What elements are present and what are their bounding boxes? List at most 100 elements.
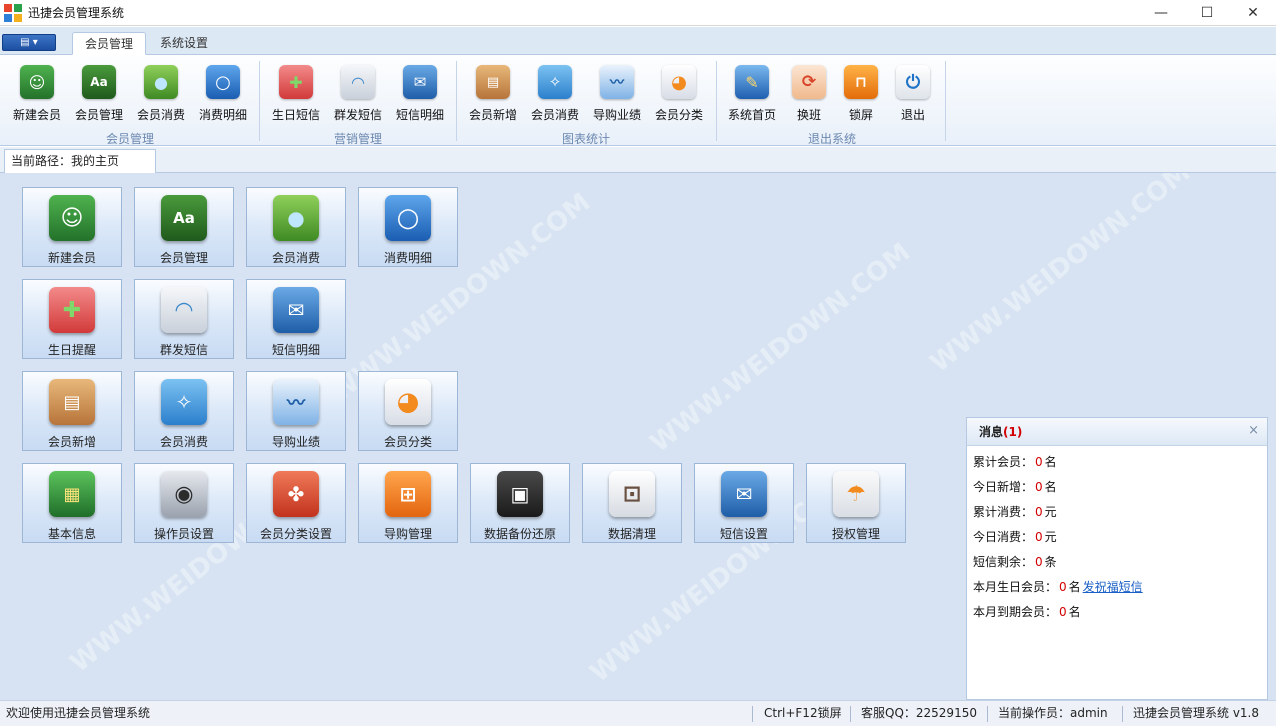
- org-chart-icon: ⊞: [385, 471, 431, 517]
- pie-chart-icon: ◕: [385, 379, 431, 425]
- line-chart-icon: 〰: [273, 379, 319, 425]
- ribbon-exit-button[interactable]: ⏻ 退出: [883, 65, 943, 125]
- tile-new-member[interactable]: ☺ 新建会员: [22, 187, 122, 267]
- mail-icon: ✉: [273, 287, 319, 333]
- member-book-icon: ☺: [49, 195, 95, 241]
- box-icon: ▤: [476, 65, 510, 99]
- message-row: 本月生日会员： 0 名发祝福短信: [973, 580, 1143, 594]
- message-close-button[interactable]: ×: [1248, 423, 1259, 438]
- mail-icon: ✉: [403, 65, 437, 99]
- wifi-icon: ◠: [341, 65, 375, 99]
- message-row: 短信剩余： 0 条: [973, 555, 1057, 569]
- ribbon-member-category-button[interactable]: ◕ 会员分类: [649, 65, 709, 125]
- tile-license-management[interactable]: ☂ 授权管理: [806, 463, 906, 543]
- gift-icon: ✚: [49, 287, 95, 333]
- tile-bulk-sms[interactable]: ◠ 群发短信: [134, 279, 234, 359]
- tile-member-consume[interactable]: ● 会员消费: [246, 187, 346, 267]
- app-logo-icon: [4, 3, 22, 22]
- tile-basic-info[interactable]: ▦ 基本信息: [22, 463, 122, 543]
- power-icon: ⏻: [896, 65, 930, 99]
- status-welcome: 欢迎使用迅捷会员管理系统: [6, 706, 151, 720]
- line-chart-icon: 〰: [600, 65, 634, 99]
- breadcrumb-bar: 当前路径：我的主页: [0, 147, 1276, 173]
- ribbon-sms-detail-button[interactable]: ✉ 短信明细: [390, 65, 450, 125]
- magnifier-icon: ○: [385, 195, 431, 241]
- ribbon-member-consume-chart-button[interactable]: ✧ 会员消费: [525, 65, 585, 125]
- tile-member-growth[interactable]: ▤ 会员新增: [22, 371, 122, 451]
- tab-member-management[interactable]: 会员管理: [72, 32, 147, 55]
- tile-birthday-reminder[interactable]: ✚ 生日提醒: [22, 279, 122, 359]
- ribbon-divider: [456, 61, 457, 141]
- gamepad-icon: ◉: [161, 471, 207, 517]
- box-icon: ▤: [49, 379, 95, 425]
- ribbon-divider: [716, 61, 717, 141]
- lock-icon: ⊓: [844, 65, 878, 99]
- message-row: 累计会员： 0 名: [973, 455, 1057, 469]
- ribbon-tab-row: ▤ ▾ 会员管理 系统设置: [0, 27, 1276, 55]
- message-title: 消息: [979, 425, 1004, 439]
- window-title: 迅捷会员管理系统: [28, 6, 125, 20]
- status-divider: [987, 706, 988, 722]
- member-book-icon: ☺: [20, 65, 54, 99]
- ribbon-group-label: 会员管理: [105, 132, 154, 146]
- title-bar: 迅捷会员管理系统 — ☐ ✕: [0, 0, 1276, 26]
- ribbon-group-label: 退出系统: [807, 132, 856, 146]
- watermark: WWW.WEIDOWN.COM: [924, 173, 1197, 379]
- address-book-icon: Aa: [82, 65, 116, 99]
- umbrella-icon: ☂: [833, 471, 879, 517]
- ribbon-home-button[interactable]: ✎ 系统首页: [722, 65, 782, 125]
- tile-member-consume-chart[interactable]: ✧ 会员消费: [134, 371, 234, 451]
- floppy-disk-icon: ▣: [497, 471, 543, 517]
- network-icon: ✧: [161, 379, 207, 425]
- gift-icon: ✚: [279, 65, 313, 99]
- address-book-icon: Aa: [161, 195, 207, 241]
- ribbon-sales-performance-button[interactable]: 〰 导购业绩: [587, 65, 647, 125]
- ribbon-group-label: 营销管理: [333, 132, 382, 146]
- minimize-button[interactable]: —: [1138, 0, 1184, 26]
- ribbon-birthday-sms-button[interactable]: ✚ 生日短信: [266, 65, 326, 125]
- tile-member-category-settings[interactable]: ✤ 会员分类设置: [246, 463, 346, 543]
- tab-system-settings[interactable]: 系统设置: [148, 32, 220, 55]
- magnifier-icon: ○: [206, 65, 240, 99]
- status-operator: 当前操作员：admin: [998, 706, 1108, 720]
- close-button[interactable]: ✕: [1230, 0, 1276, 26]
- water-drop-icon: ●: [144, 65, 178, 99]
- ribbon-consume-detail-button[interactable]: ○ 消费明细: [193, 65, 253, 125]
- ribbon-panel: ☺ 新建会员 Aa 会员管理 ● 会员消费 ○ 消费明细 会员管理 ✚ 生日短信…: [0, 55, 1276, 146]
- ribbon-lock-screen-button[interactable]: ⊓ 锁屏: [831, 65, 891, 125]
- ribbon-shift-change-button[interactable]: ⟳ 换班: [779, 65, 839, 125]
- tile-sms-detail[interactable]: ✉ 短信明细: [246, 279, 346, 359]
- shopping-cart-icon: ⊡: [609, 471, 655, 517]
- tile-member-category[interactable]: ◕ 会员分类: [358, 371, 458, 451]
- tile-shopping-guide-management[interactable]: ⊞ 导购管理: [358, 463, 458, 543]
- water-drop-icon: ●: [273, 195, 319, 241]
- message-row: 累计消费： 0 元: [973, 505, 1057, 519]
- home-icon: ✎: [735, 65, 769, 99]
- message-count: (1): [1003, 425, 1023, 439]
- tile-member-management[interactable]: Aa 会员管理: [134, 187, 234, 267]
- send-birthday-sms-link[interactable]: 发祝福短信: [1083, 580, 1143, 594]
- status-version: 迅捷会员管理系统 v1.8: [1133, 706, 1260, 720]
- status-service-qq: 客服QQ：22529150: [861, 706, 977, 720]
- ribbon-member-growth-chart-button[interactable]: ▤ 会员新增: [463, 65, 523, 125]
- ribbon-new-member-button[interactable]: ☺ 新建会员: [7, 65, 67, 125]
- tile-data-cleanup[interactable]: ⊡ 数据清理: [582, 463, 682, 543]
- tile-operator-settings[interactable]: ◉ 操作员设置: [134, 463, 234, 543]
- tile-sms-settings[interactable]: ✉ 短信设置: [694, 463, 794, 543]
- pie-chart-icon: ◕: [662, 65, 696, 99]
- message-panel: 消息(1) × 累计会员： 0 名 今日新增： 0 名 累计消费： 0 元 今日消费： 0 元 …: [966, 417, 1268, 700]
- message-panel-header: 消息(1): [967, 418, 1267, 446]
- maximize-button[interactable]: ☐: [1184, 0, 1230, 26]
- tile-data-backup-restore[interactable]: ▣ 数据备份还原: [470, 463, 570, 543]
- breadcrumb[interactable]: 当前路径：我的主页: [4, 149, 156, 173]
- app-menu-button[interactable]: ▤ ▾: [2, 34, 56, 51]
- ribbon-bulk-sms-button[interactable]: ◠ 群发短信: [328, 65, 388, 125]
- tile-sales-performance[interactable]: 〰 导购业绩: [246, 371, 346, 451]
- ribbon-member-management-button[interactable]: Aa 会员管理: [69, 65, 129, 125]
- envelope-icon: ✉: [721, 471, 767, 517]
- ribbon-member-consume-button[interactable]: ● 会员消费: [131, 65, 191, 125]
- refresh-icon: ⟳: [792, 65, 826, 99]
- status-shortcut: Ctrl+F12锁屏: [764, 706, 842, 720]
- tile-consume-detail[interactable]: ○ 消费明细: [358, 187, 458, 267]
- message-row: 本月到期会员： 0 名: [973, 605, 1081, 619]
